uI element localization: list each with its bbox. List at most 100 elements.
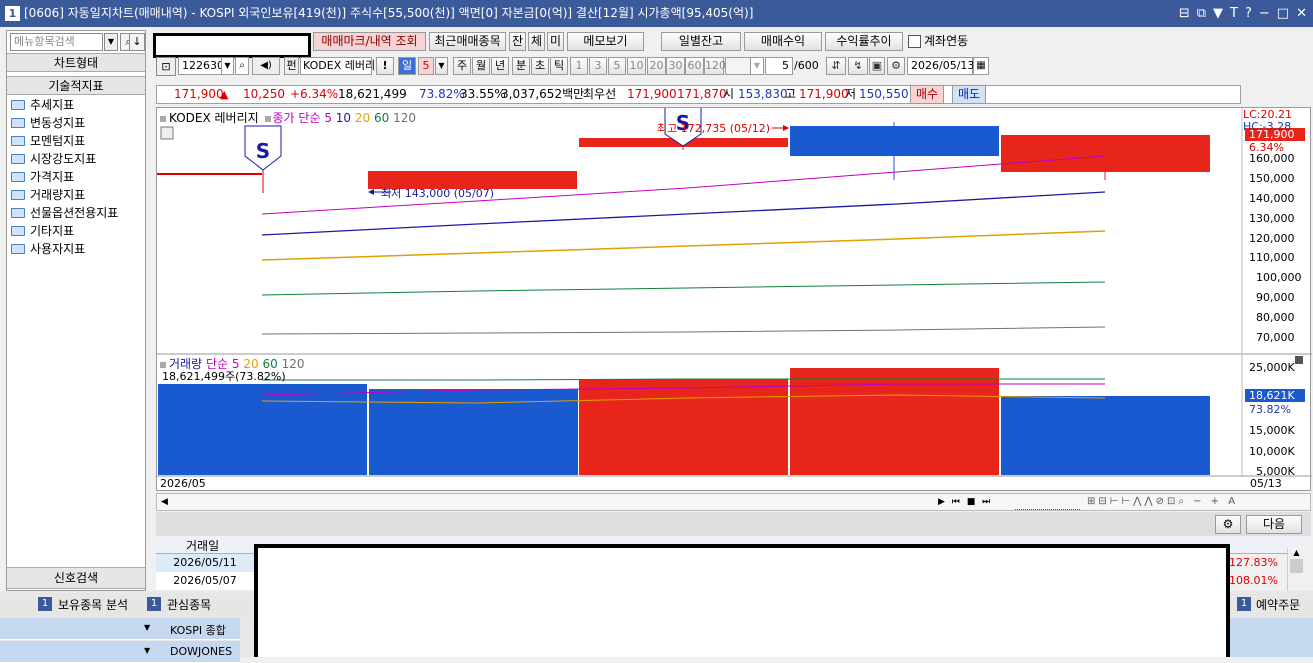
pen-label[interactable]: 펀 [284,57,299,75]
menu-search-input[interactable]: 메뉴항목검색 [10,33,103,51]
minimize-icon[interactable]: − [1259,0,1270,27]
grid-row-date[interactable]: 2026/05/07 [156,572,254,590]
calendar-icon[interactable]: ▦ [973,57,989,75]
chart-area[interactable]: S S KODEX 레버리지 종가 단순 5 10 20 60 120 최고 1… [156,107,1312,492]
settings-gear-icon[interactable]: ⚙ [887,57,905,75]
chevron-down-icon[interactable]: ▼ [144,623,150,632]
recent-items-button[interactable]: 최근매매종목 [429,32,506,51]
scroll-up-icon[interactable]: ▲ [1288,548,1305,557]
link-icon[interactable]: ⊡ [156,57,176,76]
index-row[interactable]: ▼ DOWJONES [0,641,240,663]
che-button[interactable]: 체 [528,32,545,51]
minute-60-button[interactable]: 60 [685,57,704,75]
trade-mark-view-button[interactable]: 매매마크/내역 조회 [313,32,426,51]
alert-button[interactable]: ! [376,57,394,75]
indicator-icon[interactable]: ↯ [848,57,868,75]
mi-button[interactable]: 미 [547,32,564,51]
minute-30-button[interactable]: 30 [666,57,685,75]
code-dropdown-icon[interactable]: ▼ [221,57,234,75]
help-icon[interactable]: ? [1245,0,1252,27]
grid-scrollbar[interactable]: ▲ [1287,548,1305,591]
next-button[interactable]: 다음 [1246,515,1302,534]
period-second-button[interactable]: 초 [531,57,549,75]
period-week-button[interactable]: 주 [453,57,471,75]
tree-item-other[interactable]: 기타지표 [11,222,74,240]
trade-profit-button[interactable]: 매매수익 [744,32,822,51]
minute-20-button[interactable]: 20 [647,57,666,75]
tree-item-trend[interactable]: 추세지표 [11,96,74,114]
panel-grid-icon[interactable] [160,126,174,140]
period-year-button[interactable]: 년 [491,57,509,75]
tech-indicator-header[interactable]: 기술적지표 [7,76,145,95]
scroll-thumb[interactable] [1290,559,1303,573]
move-down-icon[interactable]: ↓ [129,33,145,51]
tab-watchlist[interactable]: 관심종목 [167,596,211,613]
date-input[interactable]: 2026/05/13 [907,57,974,75]
period-n-button[interactable]: 5 [418,57,434,75]
period-day-button[interactable]: 일 [398,57,416,75]
pin-icon[interactable]: ▼ [1213,0,1223,27]
memo-view-button[interactable]: 메모보기 [567,32,644,51]
layout-icon[interactable]: ⊟ [1179,0,1190,27]
volume-bar[interactable] [1001,396,1210,475]
sell-button[interactable]: 매도 [952,85,986,104]
tab-reserved-order[interactable]: 예약주문 [1256,596,1300,613]
tree-item-momentum[interactable]: 모멘텀지표 [11,132,85,150]
jan-button[interactable]: 잔 [509,32,526,51]
tree-item-volume[interactable]: 거래량지표 [11,186,85,204]
legend-square-icon [160,116,166,122]
y-tick: 100,000 [1256,271,1302,284]
candle-0513[interactable] [1001,135,1210,172]
volume-bar[interactable] [158,384,367,475]
return-trend-button[interactable]: 수익률추이 [825,32,903,51]
minute-120-button[interactable]: 120 [704,57,726,75]
drawing-tools[interactable]: ⊞⊟⊢⊢⋀⋀⊘⊡⌕ − + A [1087,494,1307,510]
tree-item-volatility[interactable]: 변동성지표 [11,114,85,132]
search-icon[interactable]: ⌕ [235,57,249,75]
chart-svg[interactable]: S S [157,108,1312,492]
panel-close-icon[interactable] [1295,356,1303,364]
tab-holdings-analysis[interactable]: 보유종목 분석 [58,596,128,613]
buy-button[interactable]: 매수 [910,85,944,104]
chart-scrollbar[interactable]: ◀ ▶ ⏮ ■ ⏭ ⊞⊟⊢⊢⋀⋀⊘⊡⌕ − + A [156,493,1311,511]
chart-type-header[interactable]: 차트형태 [7,53,145,72]
scroll-left-icon[interactable]: ◀ [157,494,172,510]
period-tick-button[interactable]: 틱 [550,57,568,75]
display-count-input[interactable]: 5 [765,57,793,75]
sell-marker-1[interactable]: S [244,125,282,171]
tree-item-futures[interactable]: 선물옵션전용지표 [11,204,118,222]
stock-code-input[interactable]: 122630 [178,57,224,75]
maximize-icon[interactable]: □ [1277,0,1289,27]
ask-price: 171,900 [627,87,677,101]
font-icon[interactable]: T [1230,0,1238,27]
save-icon[interactable]: ▣ [869,57,885,75]
daily-balance-button[interactable]: 일별잔고 [661,32,741,51]
minute-3-button[interactable]: 3 [589,57,607,75]
period-minute-button[interactable]: 분 [512,57,530,75]
minute-5-button[interactable]: 5 [608,57,626,75]
period-month-button[interactable]: 월 [472,57,490,75]
zoom-slider[interactable] [1015,494,1080,510]
account-redacted[interactable] [153,33,311,58]
ma60-line [261,281,1106,296]
restore-icon[interactable]: ⧉ [1197,0,1206,27]
speaker-icon[interactable]: ◀) [252,57,280,75]
index-row[interactable]: ▼ KOSPI 종합 [0,618,240,640]
chevron-down-icon[interactable]: ▼ [144,646,150,655]
tree-item-user[interactable]: 사용자지표 [11,240,85,258]
grid-settings-gear-icon[interactable]: ⚙ [1215,515,1241,534]
minute-10-button[interactable]: 10 [627,57,646,75]
signal-search-button[interactable]: 신호검색 [7,567,145,589]
minute-1-button[interactable]: 1 [570,57,588,75]
overlay-icon[interactable]: ⇵ [826,57,846,75]
search-dropdown-icon[interactable]: ▼ [104,33,118,51]
playback-controls[interactable]: ▶ ⏮ ■ ⏭ [938,494,1008,510]
tree-item-price[interactable]: 가격지표 [11,168,74,186]
volume-bar[interactable] [579,379,788,475]
account-link-checkbox[interactable] [908,35,921,48]
period-dropdown-icon[interactable]: ▼ [435,57,448,75]
tree-item-market-strength[interactable]: 시장강도지표 [11,150,96,168]
custom-dropdown-icon[interactable]: ▼ [750,57,764,75]
grid-row-date[interactable]: 2026/05/11 [156,554,254,572]
close-icon[interactable]: ✕ [1296,0,1307,27]
